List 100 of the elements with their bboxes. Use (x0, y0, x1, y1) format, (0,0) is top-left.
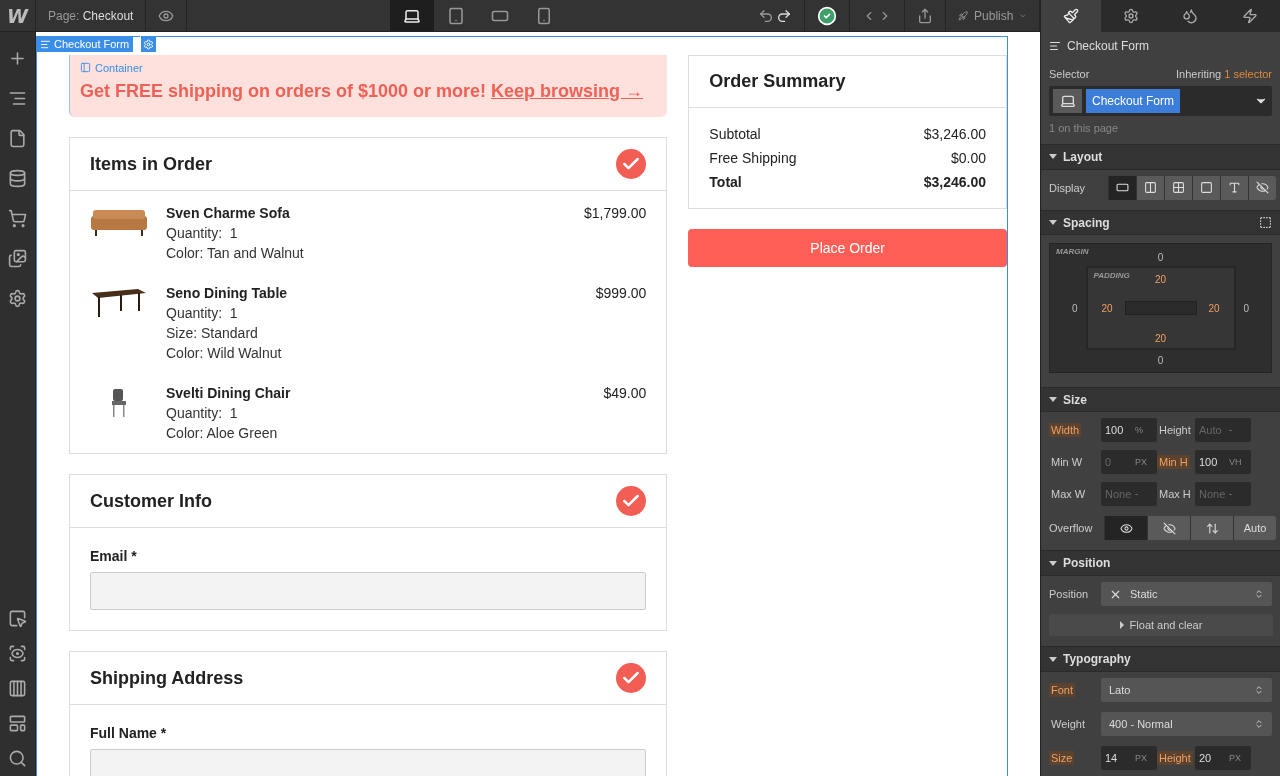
selector-label: Selector (1049, 68, 1090, 80)
selector-field[interactable]: Checkout Form (1049, 86, 1272, 116)
element-name: Checkout Form (1067, 39, 1150, 53)
share-icon (917, 7, 933, 24)
section-header[interactable]: Spacing (1041, 209, 1280, 236)
summary-value: $3,246.00 (923, 126, 986, 142)
updown-icon (1254, 589, 1264, 600)
updown-icon (1254, 719, 1264, 729)
place-order-button[interactable]: Place Order (688, 229, 1007, 267)
item-detail: Color: Tan and Walnut (166, 244, 305, 263)
eye-off-icon (1162, 521, 1176, 535)
eye-icon (1119, 521, 1133, 535)
inheriting-label: Inheriting (1175, 68, 1222, 80)
container-label: Container (80, 61, 143, 74)
margin-box: MARGIN 0 0 0 0 PADDING 20 20 20 20 (1049, 243, 1272, 373)
size-label: Min W (1050, 455, 1084, 470)
size-label: Min H (1157, 455, 1190, 470)
panel-tab[interactable] (1100, 0, 1161, 32)
section-title: Customer Info (90, 490, 212, 512)
summary-label: Free Shipping (709, 150, 797, 166)
display-option[interactable] (1192, 175, 1220, 200)
section-header[interactable]: Size (1041, 386, 1280, 413)
display-option[interactable] (1248, 175, 1276, 200)
display-icon (1144, 181, 1157, 195)
item-detail: Color: Wild Walnut (166, 344, 283, 363)
item-price: $1,799.00 (584, 204, 647, 223)
tablet-icon (447, 6, 465, 25)
size-field[interactable]: 20 PX (1195, 746, 1251, 770)
size-field[interactable]: 100 % (1101, 418, 1157, 443)
size-field[interactable]: Auto - (1195, 418, 1251, 443)
font-select[interactable]: Lato (1101, 678, 1272, 702)
overflow-option[interactable] (1147, 516, 1190, 541)
field-label: Email * (90, 548, 138, 564)
padding-box: PADDING 20 20 20 20 (1085, 266, 1236, 351)
page-label: Page: (48, 8, 80, 23)
size-field[interactable]: 100 VH (1195, 450, 1251, 475)
display-icon (1200, 181, 1213, 195)
size-field[interactable]: None - (1101, 482, 1157, 507)
settings-button[interactable] (140, 36, 156, 52)
float-clear-button[interactable]: Float and clear (1049, 614, 1273, 637)
panel-tab[interactable] (1220, 0, 1280, 32)
input-field[interactable] (90, 749, 647, 776)
size-label: Height (1158, 423, 1192, 438)
summary-label: Subtotal (709, 126, 761, 142)
display-option[interactable] (1136, 175, 1164, 200)
font-select[interactable]: 400 - Normal (1101, 712, 1272, 736)
item-name: Seno Dining Table (166, 284, 289, 303)
display-icon (1172, 181, 1185, 195)
size-field[interactable]: 14 PX (1101, 746, 1157, 770)
lightning-icon (1242, 8, 1259, 24)
undo-icon (758, 7, 774, 24)
font-label: Font (1049, 683, 1075, 697)
item-name: Sven Charme Sofa (166, 204, 291, 223)
font-size-label: Height (1157, 751, 1193, 765)
overflow-option[interactable]: Auto (1233, 516, 1276, 541)
display-option[interactable] (1164, 175, 1192, 200)
element-icon (1049, 40, 1061, 52)
section-header[interactable]: Position (1041, 550, 1280, 577)
item-detail: Quantity: 1 (166, 224, 239, 243)
selector-chip[interactable]: Checkout Form (1086, 88, 1181, 113)
display-label: Display (1049, 181, 1086, 194)
overflow-option[interactable] (1190, 516, 1233, 541)
summary-title: Order Summary (709, 71, 846, 92)
logo[interactable]: W (0, 0, 36, 31)
check-icon (817, 5, 837, 26)
redo-icon (776, 7, 792, 24)
inheriting-link[interactable]: 1 selector (1224, 68, 1272, 80)
item-price: $999.00 (595, 284, 647, 303)
section-title: Shipping Address (90, 667, 244, 689)
updown-icon (1254, 685, 1264, 695)
position-label: Position (1049, 588, 1090, 601)
spacing-icon[interactable] (1259, 216, 1272, 230)
page-name[interactable]: Checkout (82, 8, 134, 23)
container-icon (80, 62, 91, 73)
section-header[interactable]: Typography (1041, 646, 1280, 672)
overflow-option[interactable] (1104, 516, 1147, 541)
item-detail: Color: Aloe Green (166, 424, 279, 443)
laptop-icon (1053, 88, 1082, 113)
display-option[interactable] (1220, 175, 1248, 200)
selection-tag[interactable]: Checkout Form (36, 36, 134, 52)
section-title: Items in Order (90, 153, 213, 175)
device-button[interactable] (390, 0, 434, 31)
size-label: Max W (1050, 487, 1087, 502)
shipping-message: Get FREE shipping on orders of $1000 or more! Keep browsing → (80, 81, 645, 102)
section-header[interactable]: Layout (1041, 143, 1280, 170)
phone-icon (535, 6, 553, 25)
font-size-label: Size (1049, 751, 1075, 765)
field-label: Full Name * (90, 725, 168, 741)
item-detail: Quantity: 1 (166, 404, 239, 423)
element-icon (40, 38, 51, 50)
position-select[interactable]: Static (1101, 582, 1272, 607)
overflow-label: Overflow (1049, 522, 1093, 535)
item-name: Svelti Dining Chair (166, 384, 292, 403)
size-field[interactable]: None - (1195, 482, 1251, 507)
size-label: Max H (1158, 487, 1192, 502)
summary-value: $3,246.00 (923, 174, 986, 190)
input-field[interactable] (90, 572, 647, 610)
item-detail: Quantity: 1 (166, 304, 239, 323)
display-icon (1228, 181, 1241, 195)
display-option[interactable] (1108, 175, 1136, 200)
